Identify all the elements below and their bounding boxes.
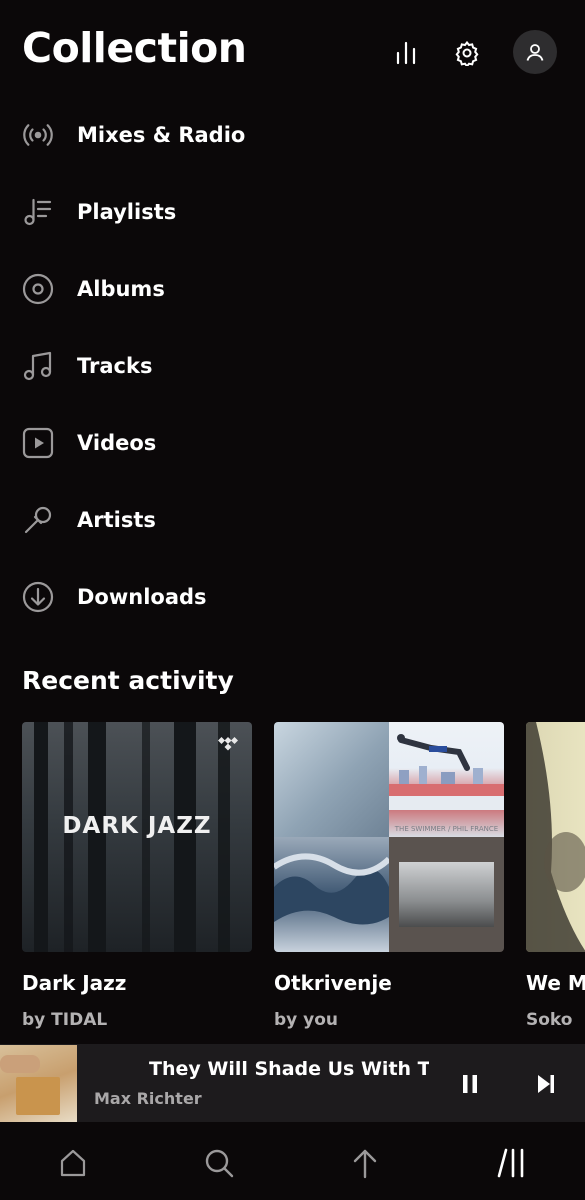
now-playing-title: They Will Shade Us With Their <box>149 1058 429 1080</box>
equalizer-icon[interactable] <box>389 36 423 70</box>
collection-menu: Mixes & Radio Playlists Albums Tracks Vi… <box>0 96 585 635</box>
nav-upload[interactable] <box>342 1140 388 1186</box>
menu-item-label: Albums <box>77 276 165 301</box>
menu-item-downloads[interactable]: Downloads <box>0 558 585 635</box>
user-icon <box>526 44 544 61</box>
pause-icon <box>463 1075 477 1093</box>
menu-item-tracks[interactable]: Tracks <box>0 327 585 404</box>
card-title: Dark Jazz <box>22 971 127 995</box>
card-subtitle: by you <box>274 1010 339 1030</box>
card-subtitle: Soko <box>526 1010 573 1030</box>
menu-item-playlists[interactable]: Playlists <box>0 173 585 250</box>
recent-card-otkrivenje[interactable]: THE SWIMMER / PHIL FRANCE Otkrivenje by … <box>274 722 504 1030</box>
microphone-icon <box>22 504 54 536</box>
tidal-logo-icon <box>218 736 238 755</box>
next-track-button[interactable] <box>530 1068 562 1100</box>
search-icon <box>205 1149 234 1178</box>
profile-avatar[interactable] <box>513 30 557 74</box>
menu-item-label: Tracks <box>77 353 153 378</box>
now-playing-bar[interactable]: They Will Shade Us With Their Max Richte… <box>0 1044 585 1122</box>
page-title: Collection <box>22 24 247 72</box>
nav-collection[interactable] <box>488 1140 534 1186</box>
collection-icon <box>497 1148 524 1178</box>
album-art-text: DARK JAZZ <box>62 813 212 839</box>
card-title: Otkrivenje <box>274 971 392 995</box>
album-art <box>526 722 585 952</box>
video-icon <box>22 427 54 459</box>
album-art: DARK JAZZ <box>22 722 252 952</box>
album-art-text: THE SWIMMER / PHIL FRANCE <box>394 825 499 833</box>
menu-item-label: Videos <box>77 430 157 455</box>
album-icon <box>22 273 54 305</box>
recent-activity-carousel[interactable]: DARK JAZZ Dark Jazz by TIDAL THE SWIMMER… <box>0 722 585 1042</box>
nav-search[interactable] <box>196 1140 242 1186</box>
playlist-icon <box>22 196 54 228</box>
recent-card-dark-jazz[interactable]: DARK JAZZ Dark Jazz by TIDAL <box>22 722 252 1030</box>
download-icon <box>22 581 54 613</box>
home-icon <box>60 1149 86 1177</box>
menu-item-label: Artists <box>77 507 156 532</box>
skip-next-icon <box>538 1075 554 1093</box>
menu-item-videos[interactable]: Videos <box>0 404 585 481</box>
now-playing-artwork <box>0 1045 77 1122</box>
pause-button[interactable] <box>454 1068 486 1100</box>
nav-home[interactable] <box>50 1140 96 1186</box>
playlist-art-mosaic: THE SWIMMER / PHIL FRANCE <box>274 722 504 952</box>
recent-card-soko[interactable]: We M Soko <box>526 722 585 1030</box>
now-playing-artist: Max Richter <box>94 1089 202 1108</box>
menu-item-label: Mixes & Radio <box>77 122 246 147</box>
menu-item-artists[interactable]: Artists <box>0 481 585 558</box>
card-subtitle: by TIDAL <box>22 1010 108 1030</box>
menu-item-albums[interactable]: Albums <box>0 250 585 327</box>
radio-icon <box>22 119 54 151</box>
bottom-navigation <box>0 1124 585 1200</box>
upload-icon <box>353 1149 377 1179</box>
menu-item-label: Playlists <box>77 199 177 224</box>
music-note-icon <box>22 350 54 382</box>
menu-item-mixes-radio[interactable]: Mixes & Radio <box>0 96 585 173</box>
header: Collection <box>0 0 585 100</box>
settings-gear-icon[interactable] <box>450 36 484 70</box>
recent-activity-title: Recent activity <box>22 666 234 695</box>
menu-item-label: Downloads <box>77 584 207 609</box>
card-title: We M <box>526 971 585 995</box>
